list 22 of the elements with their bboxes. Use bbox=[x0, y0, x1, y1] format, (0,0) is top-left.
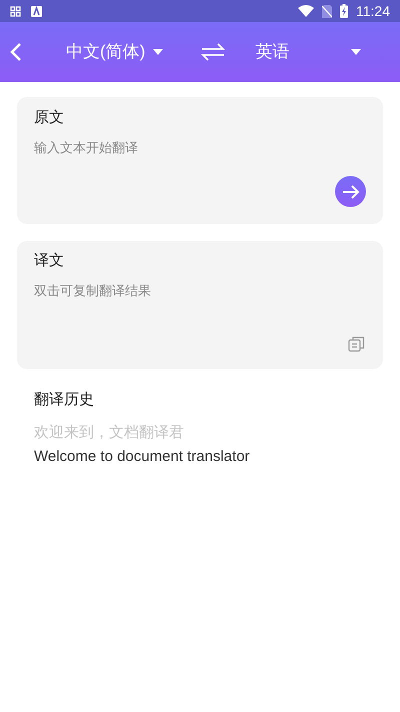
source-language-dropdown[interactable]: 中文(简体) bbox=[66, 39, 164, 65]
battery-charging-icon bbox=[340, 4, 348, 18]
card-title: 原文 bbox=[34, 108, 65, 128]
card-title: 译文 bbox=[34, 251, 65, 271]
grid-icon bbox=[10, 6, 21, 16]
app-notification-icon bbox=[31, 6, 42, 16]
source-text-card[interactable]: 原文 输入文本开始翻译 bbox=[17, 97, 383, 224]
target-language-dropdown[interactable]: 英语 bbox=[255, 39, 362, 65]
back-icon[interactable] bbox=[10, 42, 22, 62]
section-title: 翻译历史 bbox=[34, 390, 95, 410]
source-text-input[interactable]: 输入文本开始翻译 bbox=[34, 138, 366, 157]
translation-output-field[interactable]: 双击可复制翻译结果 bbox=[34, 280, 366, 300]
arrow-icon bbox=[342, 184, 360, 198]
caret-icon[interactable] bbox=[351, 49, 362, 55]
copy-icon[interactable] bbox=[348, 336, 365, 352]
clock-time: 11:24 bbox=[356, 2, 390, 20]
swap-icon[interactable] bbox=[201, 43, 226, 61]
wifi-icon bbox=[298, 5, 314, 17]
history-entry[interactable]: Welcome to document translator bbox=[34, 446, 366, 468]
no-sim-icon bbox=[322, 4, 332, 18]
caret-icon[interactable] bbox=[153, 49, 164, 55]
translate-button[interactable] bbox=[335, 176, 366, 207]
